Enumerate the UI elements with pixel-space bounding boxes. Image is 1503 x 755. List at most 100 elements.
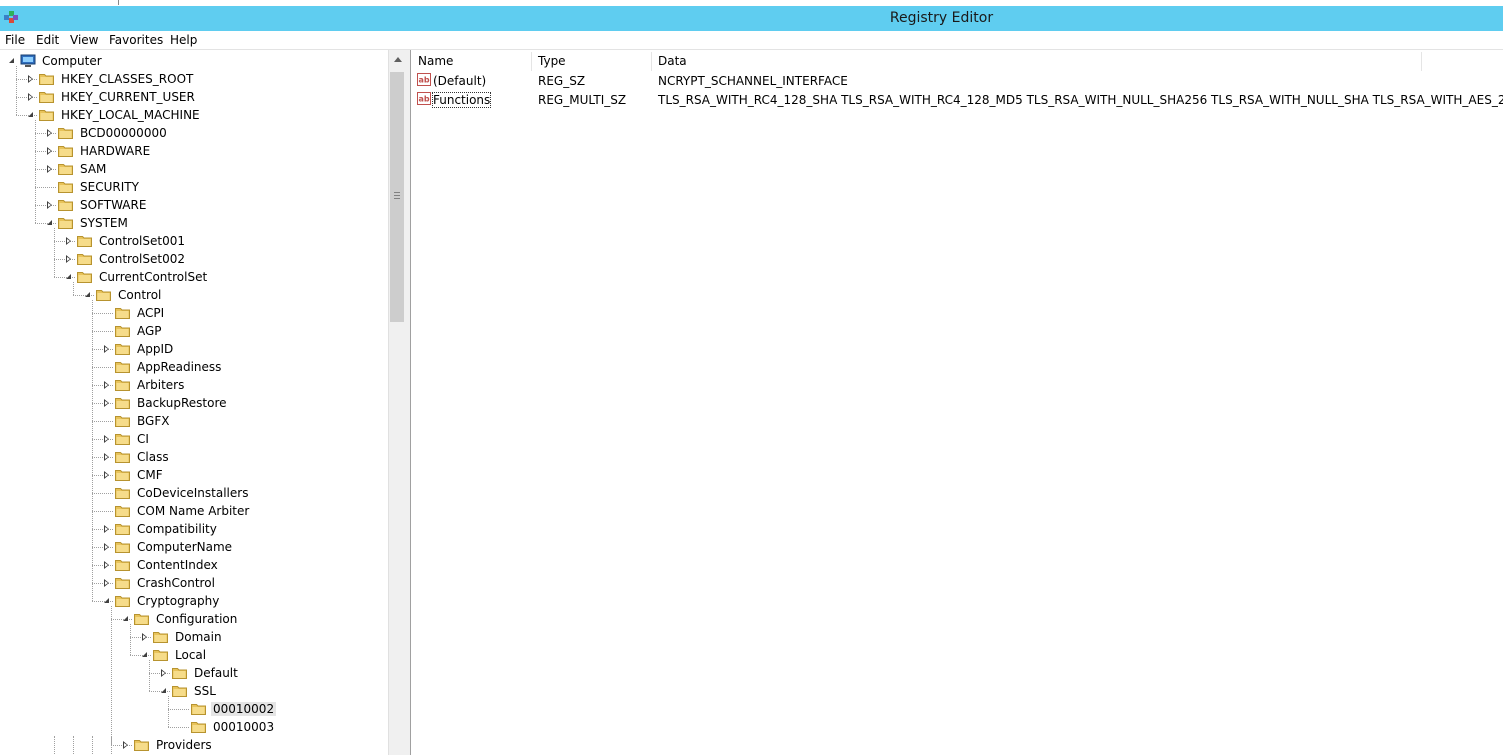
- tree-node-label[interactable]: SSL: [192, 684, 218, 698]
- collapse-arrow-icon[interactable]: [142, 652, 147, 657]
- expand-arrow-icon[interactable]: [66, 237, 71, 245]
- tree-node-control[interactable]: Control: [0, 286, 388, 304]
- tree-node-label[interactable]: BGFX: [135, 414, 171, 428]
- expand-arrow-icon[interactable]: [123, 741, 128, 749]
- column-header-type[interactable]: Type: [532, 52, 652, 71]
- tree-node-cryptography[interactable]: Cryptography: [0, 592, 388, 610]
- tree-node-label[interactable]: HKEY_LOCAL_MACHINE: [59, 108, 202, 122]
- tree-node-ssl[interactable]: SSL: [0, 682, 388, 700]
- tree-node-label[interactable]: SYSTEM: [78, 216, 130, 230]
- tree-node-label[interactable]: HKEY_CLASSES_ROOT: [59, 72, 195, 86]
- collapse-arrow-icon[interactable]: [47, 220, 52, 225]
- tree-scrollbar[interactable]: [388, 50, 406, 755]
- tree-node-cmf[interactable]: CMF: [0, 466, 388, 484]
- expand-arrow-icon[interactable]: [104, 381, 109, 389]
- tree-node-ci[interactable]: CI: [0, 430, 388, 448]
- collapse-arrow-icon[interactable]: [161, 688, 166, 693]
- tree-node-label[interactable]: Compatibility: [135, 522, 219, 536]
- tree-node-label[interactable]: COM Name Arbiter: [135, 504, 251, 518]
- collapse-arrow-icon[interactable]: [9, 58, 14, 63]
- tree-node-label[interactable]: AGP: [135, 324, 164, 338]
- values-list[interactable]: Name Type Data ab (Default) REG_SZ NCRYPT_S…: [411, 50, 1503, 755]
- collapse-arrow-icon[interactable]: [123, 616, 128, 621]
- tree-node-label[interactable]: CMF: [135, 468, 165, 482]
- tree-node-crashcontrol[interactable]: CrashControl: [0, 574, 388, 592]
- tree-node-label[interactable]: SECURITY: [78, 180, 141, 194]
- tree-node-label[interactable]: Computer: [40, 54, 104, 68]
- value-row[interactable]: ab Functions REG_MULTI_SZ TLS_RSA_WITH_RC4_…: [411, 90, 1503, 109]
- tree-node-backuprestore[interactable]: BackupRestore: [0, 394, 388, 412]
- expand-arrow-icon[interactable]: [104, 453, 109, 461]
- tree-node-compatibility[interactable]: Compatibility: [0, 520, 388, 538]
- tree-node-label[interactable]: Local: [173, 648, 208, 662]
- tree-node-codeviceinstallers[interactable]: CoDeviceInstallers: [0, 484, 388, 502]
- collapse-arrow-icon[interactable]: [85, 292, 90, 297]
- tree-node-label[interactable]: Control: [116, 288, 163, 302]
- tree-node-label[interactable]: 00010002: [211, 702, 277, 716]
- tree-node-hkey-current-user[interactable]: HKEY_CURRENT_USER: [0, 88, 388, 106]
- tree-node-label[interactable]: Arbiters: [135, 378, 186, 392]
- tree-node-label[interactable]: HARDWARE: [78, 144, 152, 158]
- scroll-up-arrow-icon[interactable]: [394, 57, 402, 62]
- tree-node-label[interactable]: ACPI: [135, 306, 166, 320]
- expand-arrow-icon[interactable]: [47, 129, 52, 137]
- tree-node-label[interactable]: Providers: [154, 738, 214, 752]
- menu-favorites[interactable]: Favorites: [109, 33, 163, 47]
- tree-node-appreadiness[interactable]: AppReadiness: [0, 358, 388, 376]
- tree-node-domain[interactable]: Domain: [0, 628, 388, 646]
- collapse-arrow-icon[interactable]: [104, 598, 109, 603]
- tree-node-00010002[interactable]: 00010002: [0, 700, 388, 718]
- tree-node-label[interactable]: Default: [192, 666, 240, 680]
- tree-node-contentindex[interactable]: ContentIndex: [0, 556, 388, 574]
- value-row[interactable]: ab (Default) REG_SZ NCRYPT_SCHANNEL_INTERFA…: [411, 71, 1501, 90]
- expand-arrow-icon[interactable]: [28, 93, 33, 101]
- tree-node-label[interactable]: ContentIndex: [135, 558, 220, 572]
- tree-node-arbiters[interactable]: Arbiters: [0, 376, 388, 394]
- expand-arrow-icon[interactable]: [47, 147, 52, 155]
- expand-arrow-icon[interactable]: [104, 399, 109, 407]
- tree-node-label[interactable]: AppID: [135, 342, 175, 356]
- expand-arrow-icon[interactable]: [47, 165, 52, 173]
- tree-node-system[interactable]: SYSTEM: [0, 214, 388, 232]
- expand-arrow-icon[interactable]: [104, 561, 109, 569]
- tree-node-bcd00000000[interactable]: BCD00000000: [0, 124, 388, 142]
- tree-node-bgfx[interactable]: BGFX: [0, 412, 388, 430]
- tree-node-label[interactable]: SOFTWARE: [78, 198, 148, 212]
- tree-node-security[interactable]: SECURITY: [0, 178, 388, 196]
- tree-node-acpi[interactable]: ACPI: [0, 304, 388, 322]
- tree-node-label[interactable]: CrashControl: [135, 576, 217, 590]
- tree-node-local[interactable]: Local: [0, 646, 388, 664]
- tree-node-computername[interactable]: ComputerName: [0, 538, 388, 556]
- tree-node-label[interactable]: Class: [135, 450, 171, 464]
- tree-node-00010003[interactable]: 00010003: [0, 718, 388, 736]
- tree-node-sam[interactable]: SAM: [0, 160, 388, 178]
- tree-node-computer[interactable]: Computer: [0, 52, 388, 70]
- expand-arrow-icon[interactable]: [142, 633, 147, 641]
- expand-arrow-icon[interactable]: [28, 75, 33, 83]
- tree-node-providers[interactable]: Providers: [0, 736, 388, 754]
- expand-arrow-icon[interactable]: [104, 579, 109, 587]
- tree-node-label[interactable]: BackupRestore: [135, 396, 229, 410]
- menu-edit[interactable]: Edit: [36, 33, 59, 47]
- menu-view[interactable]: View: [70, 33, 98, 47]
- tree-node-label[interactable]: Configuration: [154, 612, 239, 626]
- tree-node-hardware[interactable]: HARDWARE: [0, 142, 388, 160]
- tree-node-software[interactable]: SOFTWARE: [0, 196, 388, 214]
- tree-node-label[interactable]: CurrentControlSet: [97, 270, 209, 284]
- tree-node-label[interactable]: AppReadiness: [135, 360, 223, 374]
- collapse-arrow-icon[interactable]: [66, 274, 71, 279]
- expand-arrow-icon[interactable]: [47, 201, 52, 209]
- expand-arrow-icon[interactable]: [104, 345, 109, 353]
- tree-node-hkey-local-machine[interactable]: HKEY_LOCAL_MACHINE: [0, 106, 388, 124]
- tree-node-agp[interactable]: AGP: [0, 322, 388, 340]
- expand-arrow-icon[interactable]: [161, 669, 166, 677]
- tree-node-label[interactable]: CI: [135, 432, 151, 446]
- tree-node-class[interactable]: Class: [0, 448, 388, 466]
- tree-node-controlset001[interactable]: ControlSet001: [0, 232, 388, 250]
- column-header-data[interactable]: Data: [652, 52, 1422, 71]
- tree-node-label[interactable]: SAM: [78, 162, 108, 176]
- menu-help[interactable]: Help: [170, 33, 197, 47]
- tree-node-label[interactable]: ControlSet001: [97, 234, 187, 248]
- tree-node-appid[interactable]: AppID: [0, 340, 388, 358]
- tree-node-label[interactable]: HKEY_CURRENT_USER: [59, 90, 197, 104]
